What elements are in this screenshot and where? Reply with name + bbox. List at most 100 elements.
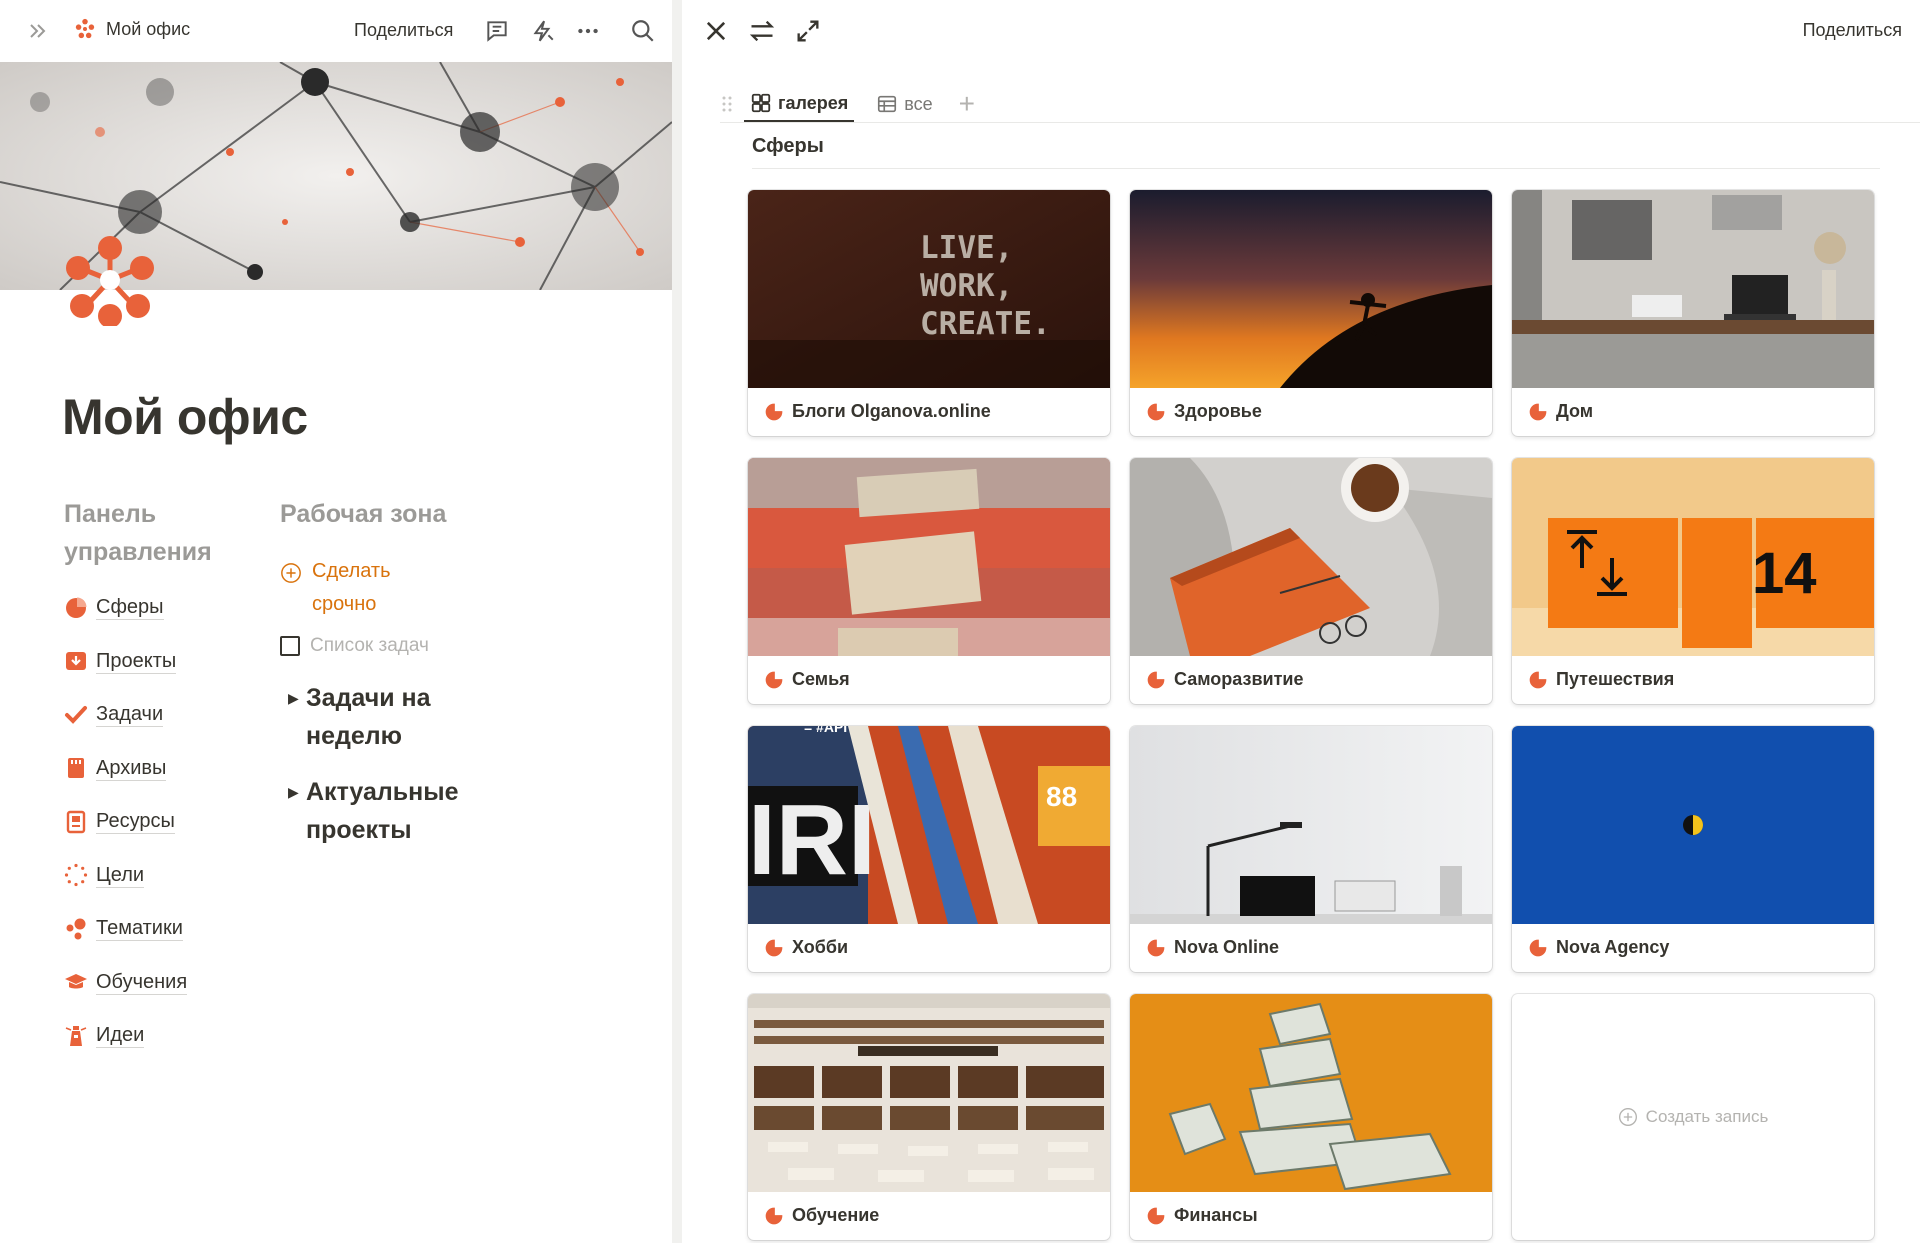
drag-handle-icon[interactable] — [720, 95, 734, 113]
gallery-card[interactable]: 14 Путешествия — [1512, 458, 1874, 704]
card-title: Саморазвитие — [1174, 669, 1304, 689]
tab-all[interactable]: все — [870, 86, 938, 122]
gallery-card[interactable]: Обучение — [748, 994, 1110, 1240]
todo-checkbox[interactable] — [280, 636, 300, 656]
side-peek-pane: Поделиться галерея все + Сферы LIVE, WOR… — [682, 0, 1920, 1243]
workzone-column: Рабочая зона Сделать срочно Список задач… — [280, 495, 520, 849]
table-icon — [878, 95, 897, 113]
pie-chart-icon — [765, 402, 783, 420]
card-title: Блоги Olganova.online — [792, 401, 991, 421]
new-record-card[interactable]: Создать запись — [1512, 994, 1874, 1240]
pie-chart-icon — [1147, 938, 1165, 956]
swap-icon[interactable] — [748, 17, 776, 45]
add-circle-icon — [1618, 1108, 1637, 1126]
nav-item-label: Тематики — [96, 917, 183, 942]
gallery-card[interactable]: IRI 88 = #API Хобби — [748, 726, 1110, 972]
control-panel-column: Панель управления Сферы Проекты Задачи А… — [64, 495, 264, 1063]
card-caption: Дом — [1528, 401, 1593, 422]
card-cover-image: 14 — [1512, 458, 1874, 656]
card-cover-image — [1512, 726, 1874, 924]
nav-item-spheres[interactable]: Сферы — [64, 581, 264, 635]
nav-item-goals[interactable]: Цели — [64, 849, 264, 903]
nav-item-label: Идеи — [96, 1024, 145, 1049]
card-title: Семья — [792, 669, 850, 689]
workspace-logo-icon — [75, 18, 95, 39]
nav-item-projects[interactable]: Проекты — [64, 635, 264, 689]
gallery-card[interactable]: Nova Online — [1130, 726, 1492, 972]
pie-chart-icon — [1529, 670, 1547, 688]
card-cover-image — [748, 994, 1110, 1192]
gallery-icon — [751, 93, 771, 113]
breadcrumb[interactable]: Мой офис — [74, 18, 190, 40]
gallery-card[interactable]: Здоровье — [1130, 190, 1492, 436]
checkmark-icon — [65, 705, 87, 724]
nav-item-label: Архивы — [96, 756, 167, 781]
wall-text-line-3: CREATE. — [920, 306, 1051, 342]
card-cover-image: LIVE, WORK, CREATE. — [748, 190, 1110, 388]
card-caption: Блоги Olganova.online — [764, 401, 991, 422]
card-title: Финансы — [1174, 1205, 1258, 1225]
toggle-arrow-icon[interactable]: ▶ — [280, 679, 299, 755]
gallery-card[interactable]: Саморазвитие — [1130, 458, 1492, 704]
svg-text:IRI: IRI — [748, 784, 876, 896]
gallery-card[interactable]: LIVE, WORK, CREATE. Блоги Olganova.onlin… — [748, 190, 1110, 436]
comments-icon[interactable] — [484, 18, 510, 44]
page-topbar: Мой офис Поделиться — [0, 0, 672, 62]
updates-icon[interactable] — [530, 18, 556, 44]
nav-item-topics[interactable]: Тематики — [64, 902, 264, 956]
nav-item-label: Проекты — [96, 649, 177, 674]
close-icon[interactable] — [702, 17, 730, 45]
todo-item[interactable]: Список задач — [280, 635, 520, 657]
page-title: Мой офис — [62, 389, 308, 445]
wall-text-line-1: LIVE, — [920, 230, 1013, 266]
lighthouse-icon — [65, 1025, 87, 1046]
pie-chart-icon — [1529, 402, 1547, 420]
add-view-button[interactable]: + — [959, 86, 975, 122]
toggle-weekly-tasks[interactable]: ▶ Задачи на неделю — [280, 679, 520, 755]
nav-item-ideas[interactable]: Идеи — [64, 1009, 264, 1063]
nav-item-learning[interactable]: Обучения — [64, 956, 264, 1010]
nav-item-label: Обучения — [96, 970, 188, 995]
nav-item-tasks[interactable]: Задачи — [64, 688, 264, 742]
search-icon[interactable] — [630, 18, 656, 44]
card-caption: Финансы — [1146, 1205, 1258, 1226]
card-cover-image — [1512, 190, 1874, 388]
add-circle-icon — [281, 563, 301, 583]
expand-sidebar-icon[interactable] — [26, 19, 50, 43]
urgent-link[interactable]: Сделать срочно — [280, 555, 520, 621]
archive-box-icon — [68, 758, 84, 779]
poster-number: 88 — [1046, 781, 1077, 812]
pane-divider[interactable] — [672, 0, 682, 1243]
card-cover-image — [1130, 190, 1492, 388]
breadcrumb-label: Мой офис — [106, 18, 191, 39]
tab-gallery[interactable]: галерея — [744, 86, 855, 122]
toggle-arrow-icon[interactable]: ▶ — [280, 773, 299, 849]
gallery-card[interactable]: Дом — [1512, 190, 1874, 436]
tab-label: галерея — [778, 92, 849, 113]
card-caption: Хобби — [764, 937, 848, 958]
gallery-card[interactable]: Семья — [748, 458, 1110, 704]
nav-item-resources[interactable]: Ресурсы — [64, 795, 264, 849]
pie-chart-icon — [765, 670, 783, 688]
database-title[interactable]: Сферы — [752, 135, 824, 158]
wall-text-line-2: WORK, — [920, 268, 1013, 304]
more-icon[interactable] — [575, 18, 601, 44]
card-caption: Семья — [764, 669, 850, 690]
toggle-label: Задачи на неделю — [306, 684, 431, 750]
share-button[interactable]: Поделиться — [1803, 20, 1902, 41]
share-button[interactable]: Поделиться — [354, 20, 453, 41]
card-title: Nova Agency — [1556, 937, 1670, 957]
card-cover-image — [1130, 994, 1492, 1192]
nav-item-archives[interactable]: Архивы — [64, 742, 264, 796]
new-record-label: Создать запись — [1645, 1107, 1769, 1126]
fullscreen-icon[interactable] — [794, 17, 822, 45]
toggle-current-projects[interactable]: ▶ Актуальные проекты — [280, 773, 520, 849]
pie-chart-icon — [66, 596, 87, 618]
gallery-card[interactable]: Nova Agency — [1512, 726, 1874, 972]
urgent-label: Сделать срочно — [312, 560, 391, 615]
card-caption: Обучение — [764, 1205, 879, 1226]
gallery-card[interactable]: Финансы — [1130, 994, 1492, 1240]
new-record-button[interactable]: Создать запись — [1512, 994, 1874, 1240]
card-title: Дом — [1556, 401, 1594, 421]
page-icon[interactable] — [64, 234, 156, 326]
